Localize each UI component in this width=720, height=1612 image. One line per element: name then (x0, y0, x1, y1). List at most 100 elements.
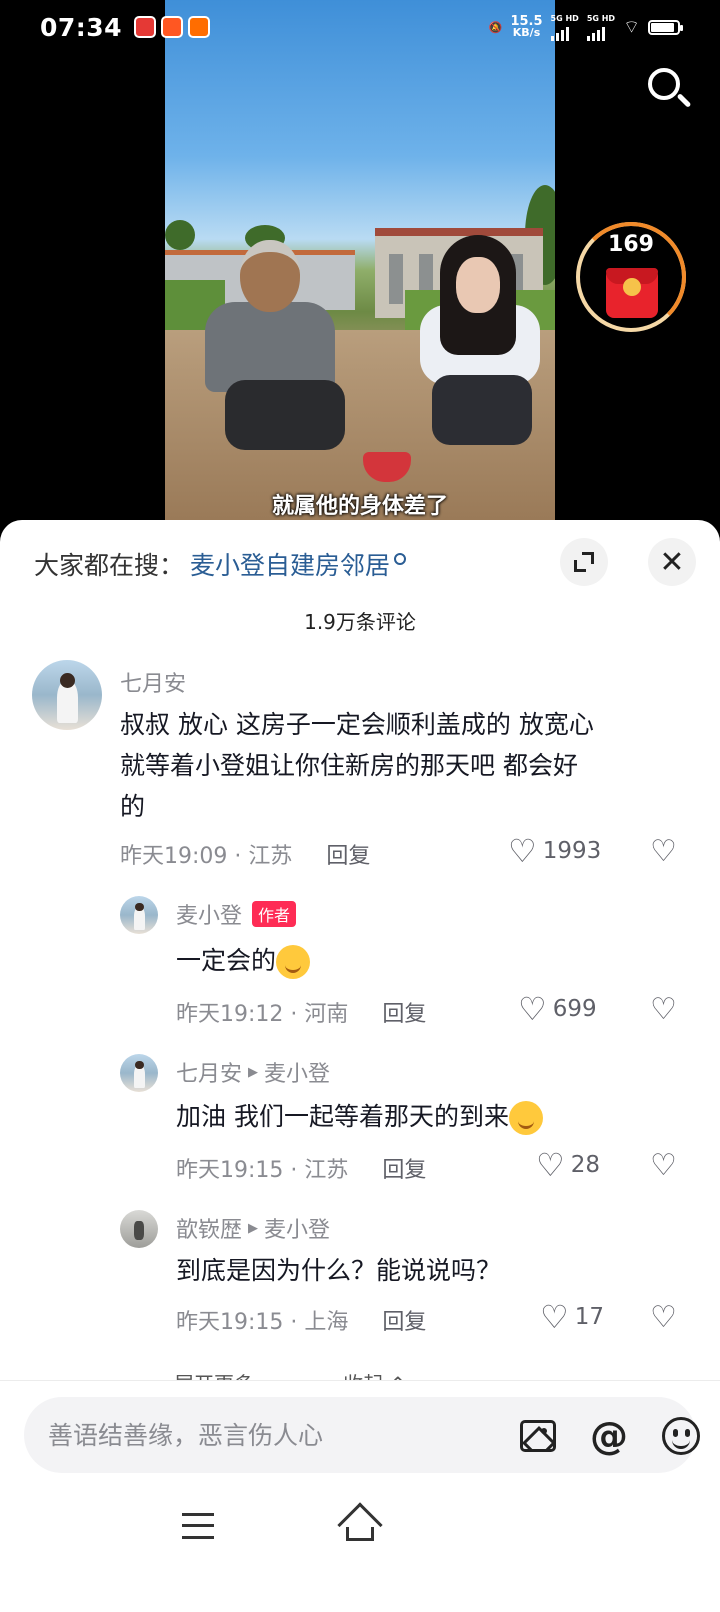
image-icon[interactable] (520, 1420, 556, 1452)
comment-text: 一定会的 (176, 940, 311, 981)
net-speed: 15.5 KB/s (510, 15, 542, 39)
comment-meta: 昨天19:15 · 江苏 回复 (176, 1152, 426, 1184)
close-button[interactable]: ✕ (648, 538, 696, 586)
comment-author[interactable]: 歆嵚歴 ▶ 麦小登 (176, 1212, 330, 1244)
comment-meta: 昨天19:09 · 江苏 回复 (120, 838, 370, 870)
dislike-icon[interactable]: ♡ (650, 834, 677, 869)
comment-input-bar: @ (0, 1380, 720, 1612)
comment-meta: 昨天19:15 · 上海 回复 (176, 1304, 426, 1336)
signal-icon (586, 23, 605, 41)
mute-icon: 🔕 (488, 20, 503, 34)
comment-text-line: 到底是因为什么？能说说吗？ (176, 1256, 502, 1285)
reward-count: 169 (608, 232, 654, 257)
reply-to-name[interactable]: 麦小登 (264, 1212, 330, 1244)
reply-button[interactable]: 回复 (326, 838, 370, 870)
comment-author[interactable]: 七月安 ▶ 麦小登 (176, 1056, 330, 1088)
video-player[interactable]: 就属他的身体差了 (165, 0, 555, 520)
close-icon: ✕ (659, 544, 685, 580)
hot-search-label: 大家都在搜： (34, 551, 185, 580)
app-notification-icon (161, 16, 184, 38)
signal-icon (550, 23, 569, 41)
heart-icon: ♡ (540, 1298, 569, 1336)
app-notification-icon (188, 16, 211, 38)
comment-text-line: 的 (120, 792, 146, 821)
author-name[interactable]: 歆嵚歴 (176, 1212, 242, 1244)
net-speed-unit: KB/s (512, 26, 541, 39)
status-time: 07:34 (40, 12, 123, 42)
comment-text: 到底是因为什么？能说说吗？ (176, 1250, 501, 1291)
wifi-icon: ⌔ (623, 16, 640, 38)
reply-arrow-icon: ▶ (248, 1220, 259, 1236)
avatar[interactable] (120, 1054, 158, 1092)
author-name[interactable]: 七月安 (120, 666, 186, 698)
heart-icon: ♡ (508, 832, 537, 870)
comment-time-location: 昨天19:09 · 江苏 (120, 844, 293, 869)
avatar[interactable] (120, 1210, 158, 1248)
comment-time-location: 昨天19:15 · 上海 (176, 1310, 349, 1335)
scene-woman (410, 235, 550, 455)
comment-input[interactable] (48, 1420, 448, 1450)
comment-text-line: 一定会的 (176, 946, 277, 975)
expand-button[interactable] (560, 538, 608, 586)
menu-icon[interactable] (182, 1513, 214, 1539)
system-nav-bar (0, 1491, 720, 1571)
like-count: 17 (574, 1304, 604, 1330)
like-count: 28 (570, 1152, 600, 1178)
notification-icons (134, 16, 211, 38)
like-button[interactable]: ♡ 17 (540, 1298, 604, 1336)
author-badge: 作者 (252, 901, 297, 927)
like-count: 1993 (542, 838, 602, 864)
comment-author[interactable]: 七月安 (120, 666, 186, 698)
expand-icon (574, 552, 594, 572)
comment-count: 1.9万条评论 (304, 610, 416, 634)
mention-icon[interactable]: @ (590, 1417, 628, 1455)
red-packet-reward[interactable]: 169 (576, 222, 686, 332)
signal-2-label: 5G HD (586, 13, 616, 23)
comment-text: 加油 我们一起等着那天的到来 (176, 1096, 543, 1137)
comment-author[interactable]: 麦小登 作者 (176, 898, 297, 930)
like-button[interactable]: ♡ 28 (536, 1146, 600, 1184)
heart-icon: ♡ (518, 990, 547, 1028)
comment-text-line: 加油 我们一起等着那天的到来 (176, 1102, 509, 1131)
comment-meta: 昨天19:12 · 河南 回复 (176, 996, 426, 1028)
signal-1: 5G HD (550, 13, 579, 41)
emoji-icon[interactable] (662, 1417, 700, 1455)
hot-search[interactable]: 大家都在搜： 麦小登自建房邻居 (34, 546, 407, 582)
like-button[interactable]: ♡ 1993 (508, 832, 602, 870)
search-icon (394, 553, 407, 565)
status-indicators: 🔕 15.5 KB/s 5G HD 5G HD ⌔ (488, 13, 683, 41)
signal-1-label: 5G HD (550, 13, 579, 23)
like-count: 699 (552, 996, 597, 1022)
home-icon[interactable] (337, 1502, 383, 1548)
reply-button[interactable]: 回复 (382, 1152, 426, 1184)
smile-emoji-icon (508, 1101, 543, 1135)
avatar[interactable] (32, 660, 102, 730)
comment-text-line: 就等着小登姐让你住新房的那天吧 都会好 (120, 751, 578, 780)
signal-2: 5G HD (586, 13, 616, 41)
reply-to-name[interactable]: 麦小登 (264, 1056, 330, 1088)
comment-text-line: 叔叔 放心 这房子一定会顺利盖成的 放宽心 (120, 710, 594, 739)
reply-button[interactable]: 回复 (382, 1304, 426, 1336)
app-notification-icon (134, 16, 157, 38)
reply-arrow-icon: ▶ (248, 1064, 259, 1080)
dislike-icon[interactable]: ♡ (650, 992, 677, 1027)
heart-icon: ♡ (536, 1146, 565, 1184)
video-subtitle: 就属他的身体差了 (271, 494, 448, 519)
scene-man (185, 240, 355, 470)
reply-button[interactable]: 回复 (382, 996, 426, 1028)
comment-time-location: 昨天19:12 · 河南 (176, 1002, 349, 1027)
hug-emoji-icon (276, 945, 311, 979)
like-button[interactable]: ♡ 699 (518, 990, 597, 1028)
comment-time-location: 昨天19:15 · 江苏 (176, 1158, 349, 1183)
avatar[interactable] (120, 896, 158, 934)
dislike-icon[interactable]: ♡ (650, 1300, 677, 1335)
input-actions: @ (520, 1417, 700, 1455)
battery-icon (648, 19, 683, 35)
dislike-icon[interactable]: ♡ (650, 1148, 677, 1183)
comment-text: 叔叔 放心 这房子一定会顺利盖成的 放宽心 就等着小登姐让你住新房的那天吧 都会… (120, 704, 594, 827)
search-icon[interactable] (646, 66, 692, 112)
author-name[interactable]: 麦小登 (176, 898, 242, 930)
status-bar: 07:34 🔕 15.5 KB/s 5G HD 5G HD ⌔ (0, 0, 720, 54)
hot-search-keyword[interactable]: 麦小登自建房邻居 (190, 546, 390, 582)
author-name[interactable]: 七月安 (176, 1056, 242, 1088)
